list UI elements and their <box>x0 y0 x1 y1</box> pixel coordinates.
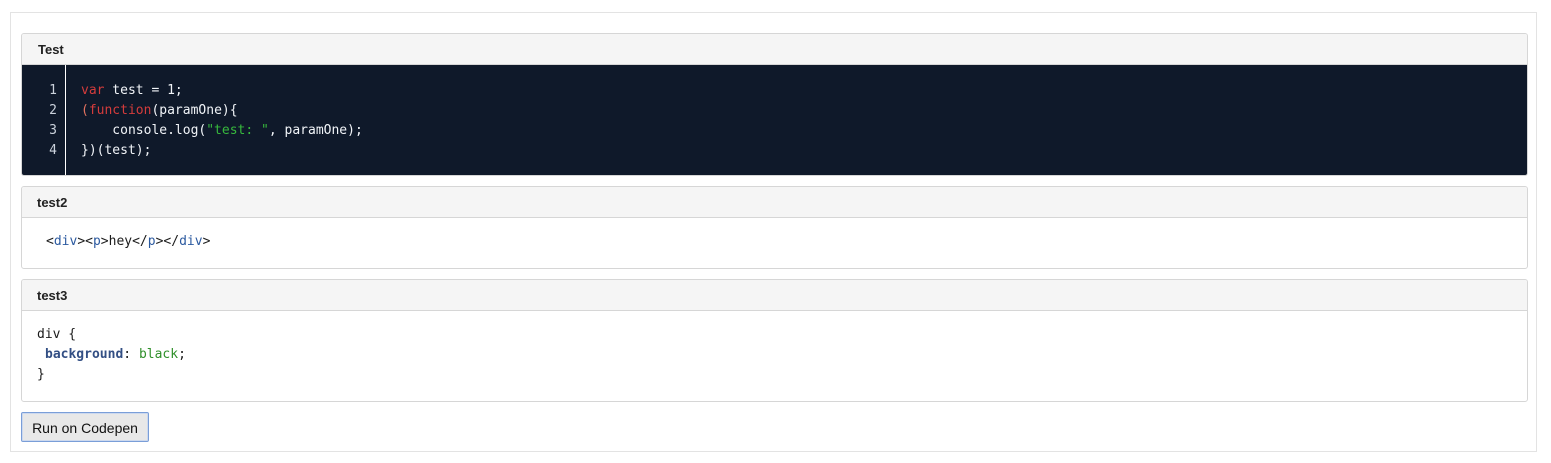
bracket-token: > <box>202 234 211 249</box>
line-number: 3 <box>49 123 57 138</box>
panel-test: Test 1 2 3 4 var test = 1; (function(par… <box>21 33 1528 176</box>
panel-test3: test3 div { background: black; } <box>21 279 1528 402</box>
keyword-token: var <box>81 83 105 98</box>
tag-token: div <box>179 234 203 249</box>
code-token: })(test); <box>81 143 152 158</box>
bracket-token: </ <box>132 234 148 249</box>
code-token: , paramOne); <box>268 123 363 138</box>
code-line: div { <box>37 325 1527 345</box>
js-code-block[interactable]: 1 2 3 4 var test = 1; (function(paramOne… <box>22 65 1527 175</box>
line-number: 2 <box>49 103 57 118</box>
code-token: test = 1; <box>104 83 183 98</box>
panel-title: test2 <box>22 187 1527 218</box>
code-line: })(test); <box>81 141 363 161</box>
keyword-token: function <box>88 103 152 118</box>
code-token: console.log( <box>81 123 207 138</box>
run-on-codepen-button[interactable]: Run on Codepen <box>21 412 149 442</box>
string-token: "test: " <box>206 123 269 138</box>
code-lines: var test = 1; (function(paramOne){ conso… <box>81 81 363 161</box>
line-number-gutter: 1 2 3 4 <box>22 65 66 175</box>
panel-test2: test2 <div><p>hey</p></div> <box>21 186 1528 269</box>
panel-title: test3 <box>22 280 1527 311</box>
code-line: var test = 1; <box>81 81 363 101</box>
property-token: background <box>45 347 124 362</box>
selector-token: div { <box>37 327 77 342</box>
bracket-token: < <box>85 234 93 249</box>
tag-token: p <box>92 234 101 249</box>
tag-token: div <box>53 234 78 249</box>
bracket-token: > <box>100 234 109 249</box>
line-number: 1 <box>49 83 57 98</box>
code-token: (paramOne){ <box>151 103 238 118</box>
line-number: 4 <box>49 143 57 158</box>
code-line: console.log("test: ", paramOne); <box>81 121 363 141</box>
text-token: hey <box>108 234 133 249</box>
code-line: } <box>37 365 1527 385</box>
paren-token: ( <box>81 103 89 118</box>
code-line: <div><p>hey</p></div> <box>46 232 1527 252</box>
tag-token: p <box>147 234 156 249</box>
bracket-token: </ <box>163 234 180 249</box>
code-line: background: black; <box>37 345 1527 365</box>
bracket-token: < <box>46 234 54 249</box>
punct-token: ; <box>178 347 186 362</box>
bracket-token: > <box>77 234 86 249</box>
css-code-block[interactable]: div { background: black; } <box>22 311 1527 385</box>
panel-title: Test <box>22 34 1527 65</box>
html-code-block[interactable]: <div><p>hey</p></div> <box>22 218 1527 252</box>
brace-token: } <box>37 367 45 382</box>
punct-token: : <box>123 347 139 362</box>
code-line: (function(paramOne){ <box>81 101 363 121</box>
value-token: black <box>138 347 179 362</box>
